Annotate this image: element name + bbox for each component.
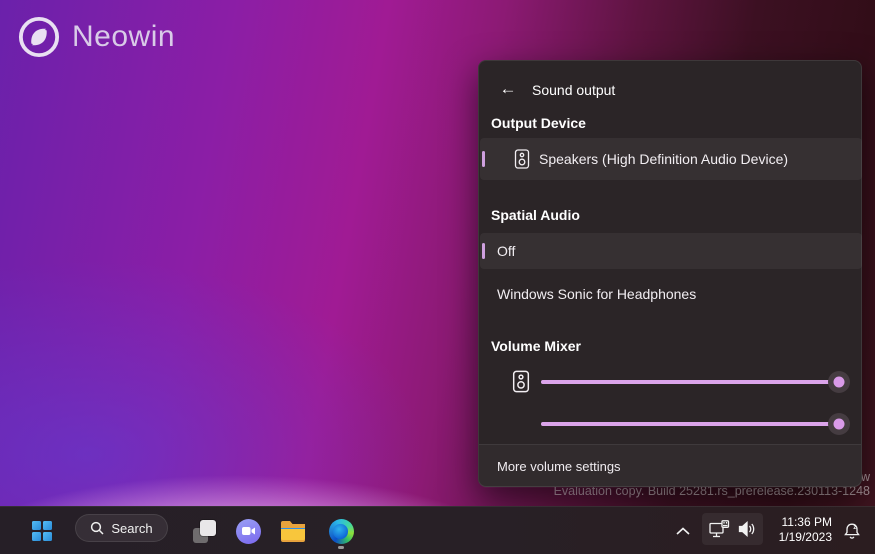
output-device-header: Output Device <box>491 115 586 131</box>
task-view-icon <box>193 520 216 543</box>
output-device-item-speakers[interactable]: Speakers (High Definition Audio Device) <box>480 138 862 180</box>
neowin-logo: Neowin <box>18 16 175 58</box>
tray-date: 1/19/2023 <box>764 530 832 545</box>
tray-time: 11:36 PM <box>764 515 832 530</box>
volume-slider-speakers[interactable] <box>541 380 839 384</box>
slider-thumb[interactable] <box>828 413 850 435</box>
speaker-box-icon <box>514 149 530 169</box>
slider-fill <box>541 422 839 426</box>
spatial-audio-option-label: Windows Sonic for Headphones <box>497 286 696 302</box>
brand-name: Neowin <box>72 20 175 54</box>
file-explorer-button[interactable] <box>274 511 312 551</box>
tray-chevron-button[interactable] <box>668 511 698 551</box>
speaker-box-icon <box>512 370 530 393</box>
start-button[interactable] <box>22 511 62 551</box>
selection-accent-bar <box>482 151 485 167</box>
edge-logo-icon <box>329 519 354 544</box>
selection-accent-bar <box>482 243 485 259</box>
desktop: Neowin Windows 11 Pro Insider Preview Ev… <box>0 0 875 554</box>
spatial-audio-option-label: Off <box>497 243 515 259</box>
slider-thumb[interactable] <box>828 371 850 393</box>
search-icon <box>90 521 104 535</box>
windows-logo-icon <box>32 521 52 541</box>
edge-button[interactable] <box>322 511 360 551</box>
chat-button[interactable] <box>229 511 267 551</box>
search-box[interactable]: Search <box>75 514 168 542</box>
task-view-button[interactable] <box>185 511 223 551</box>
neowin-mark-icon <box>18 16 60 58</box>
slider-fill <box>541 380 839 384</box>
volume-mixer-header: Volume Mixer <box>491 338 581 354</box>
clock[interactable]: 11:36 PM 1/19/2023 <box>764 515 832 545</box>
network-volume-tray-button[interactable] <box>702 513 763 545</box>
more-volume-settings-link[interactable]: More volume settings <box>479 444 861 488</box>
video-chat-icon <box>236 519 261 544</box>
ethernet-icon <box>709 520 730 539</box>
back-arrow-icon: ← <box>500 79 517 99</box>
notifications-button[interactable]: z <box>836 511 868 551</box>
spatial-audio-option-windows-sonic[interactable]: Windows Sonic for Headphones <box>480 276 862 312</box>
flyout-title: Sound output <box>532 82 615 98</box>
chevron-up-icon <box>676 527 690 535</box>
back-button[interactable]: ← <box>493 74 523 104</box>
search-label: Search <box>111 521 152 536</box>
spatial-audio-header: Spatial Audio <box>491 207 580 223</box>
more-volume-settings-label: More volume settings <box>497 459 621 474</box>
bell-dnd-icon: z <box>842 521 862 541</box>
sound-output-flyout: ← Sound output Output Device Speakers (H… <box>478 60 862 487</box>
output-device-label: Speakers (High Definition Audio Device) <box>539 151 788 167</box>
running-indicator <box>338 546 344 549</box>
speaker-volume-icon <box>738 521 756 537</box>
taskbar: Search <box>0 506 875 554</box>
folder-icon <box>280 520 306 542</box>
volume-slider-edge[interactable] <box>541 422 839 426</box>
spatial-audio-option-off[interactable]: Off <box>480 233 862 269</box>
